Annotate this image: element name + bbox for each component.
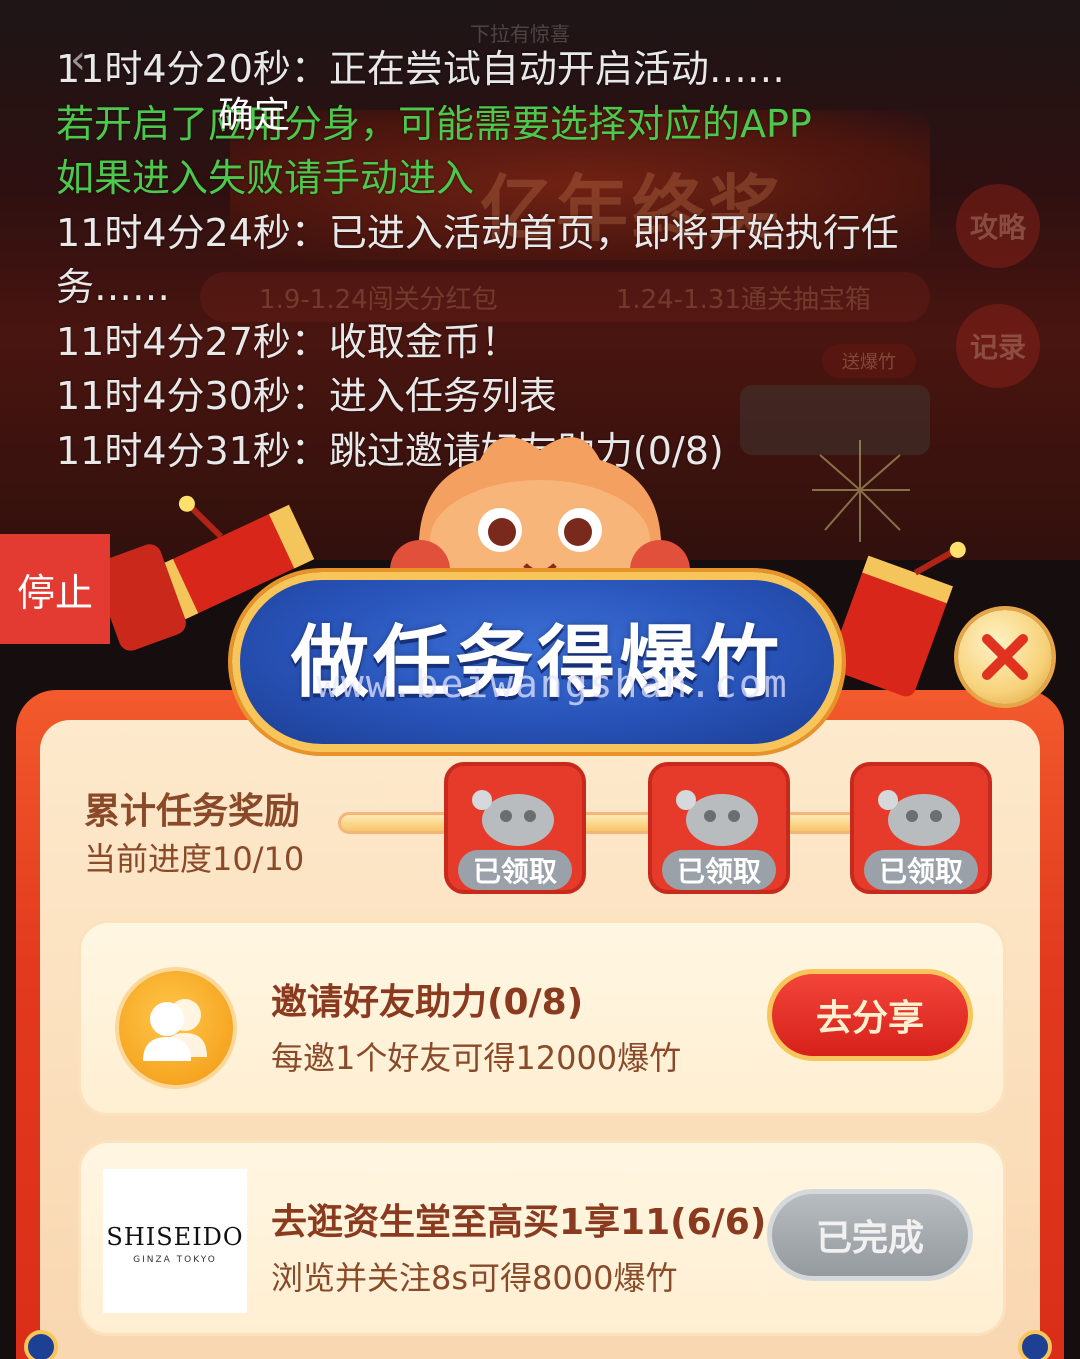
log-line: 若开启了应用分身，可能需要选择对应的APP	[56, 101, 812, 146]
task-icon-badge	[115, 967, 237, 1089]
task-row-shiseido: SHISEIDO GINZA TOKYO 去逛资生堂至高买1享11(6/6) 浏…	[78, 1140, 1006, 1336]
reward-claimed-label: 已领取	[864, 850, 978, 890]
reward-slot-3[interactable]: 已领取	[850, 762, 992, 894]
task-description: 每邀1个好友可得12000爆竹	[271, 1039, 682, 1077]
reward-slot-2[interactable]: 已领取	[648, 762, 790, 894]
log-panel: 11时4分20秒：正在尝试自动开启活动…… 若开启了应用分身，可能需要选择对应的…	[56, 42, 956, 478]
log-line: 务……	[56, 265, 171, 309]
log-line: 11时4分27秒：收取金币！	[56, 319, 519, 364]
corner-ornament-left	[24, 1330, 58, 1359]
shiseido-logo: SHISEIDO GINZA TOKYO	[103, 1169, 247, 1313]
dragon-reward-icon	[878, 790, 960, 846]
corner-ornament-right	[1018, 1330, 1052, 1359]
reward-claimed-label: 已领取	[662, 850, 776, 890]
progress-text: 当前进度10/10	[84, 840, 305, 878]
log-line: 如果进入失败请手动进入	[56, 156, 475, 200]
firecracker-right-decoration	[830, 541, 966, 697]
confirm-button[interactable]: 确定	[218, 86, 290, 138]
log-line: 11时4分24秒：已进入活动首页，即将开始执行任	[56, 210, 899, 255]
task-title: 邀请好友助力(0/8)	[271, 982, 584, 1023]
stop-button[interactable]: 停止	[0, 534, 110, 644]
shiseido-logo-wordmark: SHISEIDO	[106, 1223, 244, 1251]
watermark: www.beiwangshan.com	[316, 662, 789, 706]
progress-title: 累计任务奖励	[84, 791, 301, 832]
task-title: 去逛资生堂至高买1享11(6/6)	[271, 1202, 767, 1243]
close-icon	[982, 634, 1028, 680]
friends-icon	[143, 999, 207, 1061]
dragon-reward-icon	[676, 790, 758, 846]
shiseido-logo-tagline: GINZA TOKYO	[133, 1255, 217, 1265]
share-button[interactable]: 去分享	[767, 969, 973, 1061]
dragon-reward-icon	[472, 790, 554, 846]
reward-claimed-label: 已领取	[458, 850, 572, 890]
log-line: 11时4分20秒：正在尝试自动开启活动……	[56, 47, 785, 91]
task-description: 浏览并关注8s可得8000爆竹	[271, 1259, 678, 1297]
close-button[interactable]	[958, 610, 1052, 704]
reward-slot-1[interactable]: 已领取	[444, 762, 586, 894]
completed-button: 已完成	[767, 1189, 973, 1281]
task-row-invite: 邀请好友助力(0/8) 每邀1个好友可得12000爆竹 去分享	[78, 920, 1006, 1116]
log-line: 11时4分30秒：进入任务列表	[56, 374, 557, 418]
